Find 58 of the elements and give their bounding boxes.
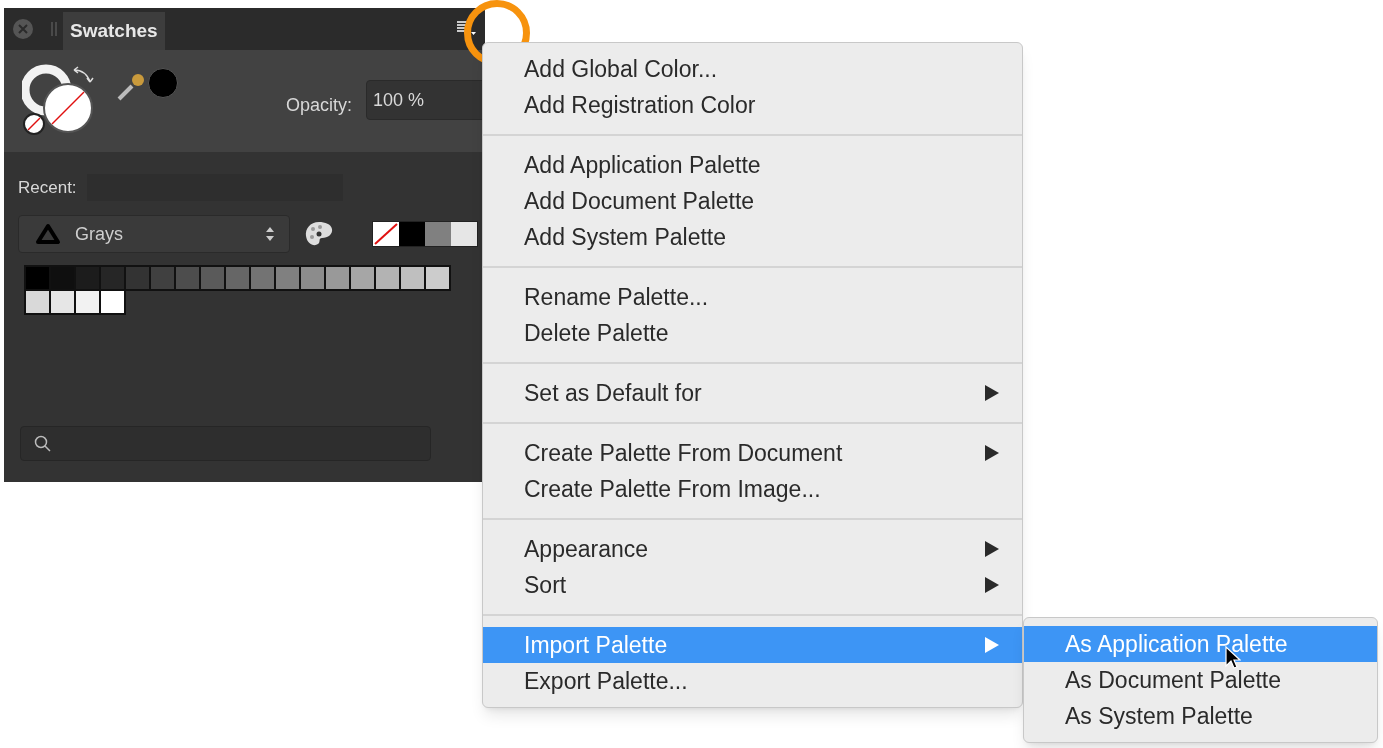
palette-icon[interactable]: [304, 220, 334, 248]
menu-item[interactable]: Rename Palette...: [483, 279, 1022, 315]
search-icon: [34, 434, 52, 453]
color-swatch[interactable]: [126, 267, 151, 291]
color-swatch[interactable]: [51, 291, 76, 315]
menu-item[interactable]: Create Palette From Document: [483, 435, 1022, 471]
menu-item[interactable]: Sort: [483, 567, 1022, 603]
opacity-field[interactable]: 100 %: [366, 80, 485, 120]
color-swatch[interactable]: [151, 267, 176, 291]
menu-item[interactable]: Delete Palette: [483, 315, 1022, 351]
color-well[interactable]: [148, 68, 178, 98]
color-swatch[interactable]: [226, 267, 251, 291]
submenu-arrow-icon: [984, 444, 1000, 462]
color-swatch[interactable]: [201, 267, 226, 291]
color-swatch[interactable]: [76, 267, 101, 291]
menu-item[interactable]: Add Document Palette: [483, 183, 1022, 219]
color-swatch[interactable]: [176, 267, 201, 291]
recent-label: Recent:: [18, 176, 77, 199]
menu-item[interactable]: Add Global Color...: [483, 51, 1022, 87]
color-swatch[interactable]: [251, 267, 276, 291]
color-swatch[interactable]: [26, 267, 51, 291]
color-swatch[interactable]: [276, 267, 301, 291]
color-swatch[interactable]: [399, 222, 425, 246]
color-swatch[interactable]: [51, 267, 76, 291]
color-swatch[interactable]: [26, 291, 51, 315]
menu-item[interactable]: As System Palette: [1024, 698, 1377, 734]
submenu-arrow-icon: [984, 636, 1000, 654]
submenu-arrow-icon: [984, 576, 1000, 594]
eyedropper-icon[interactable]: [116, 72, 146, 102]
color-swatch[interactable]: [451, 222, 477, 246]
color-swatch[interactable]: [425, 222, 451, 246]
menu-item[interactable]: Add System Palette: [483, 219, 1022, 255]
menu-item[interactable]: Create Palette From Image...: [483, 471, 1022, 507]
panel-tab[interactable]: Swatches: [63, 12, 165, 50]
menu-item[interactable]: Add Application Palette: [483, 147, 1022, 183]
menu-icon: [456, 20, 476, 36]
menu-item[interactable]: As Document Palette: [1024, 662, 1377, 698]
palette-dropdown[interactable]: Grays: [18, 215, 290, 253]
color-swatch[interactable]: [426, 267, 451, 291]
triangle-logo-icon: [35, 223, 61, 245]
menu-item[interactable]: Set as Default for: [483, 375, 1022, 411]
search-field[interactable]: [20, 426, 431, 461]
no-color-swatch[interactable]: [373, 222, 399, 246]
color-swatch[interactable]: [351, 267, 376, 291]
color-swatch[interactable]: [101, 291, 126, 315]
submenu-arrow-icon: [984, 540, 1000, 558]
menu-item[interactable]: Appearance: [483, 531, 1022, 567]
color-swatch[interactable]: [76, 291, 101, 315]
grip-icon[interactable]: [50, 21, 58, 37]
color-swatch[interactable]: [401, 267, 426, 291]
color-swatch[interactable]: [301, 267, 326, 291]
opacity-label: Opacity:: [286, 94, 353, 117]
color-swatch[interactable]: [326, 267, 351, 291]
menu-item[interactable]: Export Palette...: [483, 663, 1022, 699]
menu-item[interactable]: Add Registration Color: [483, 87, 1022, 123]
color-swatch[interactable]: [376, 267, 401, 291]
color-swatch[interactable]: [101, 267, 126, 291]
submenu-arrow-icon: [984, 384, 1000, 402]
